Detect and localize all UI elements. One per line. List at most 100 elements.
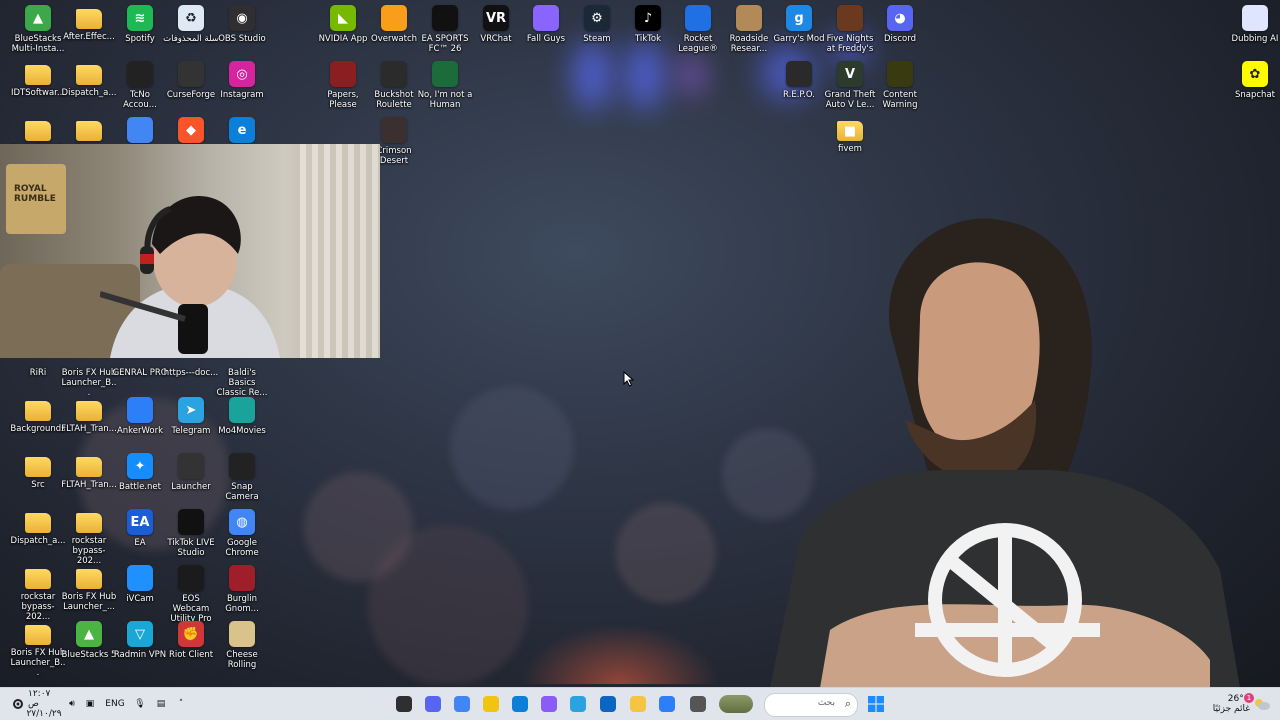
desktop-icon-folder[interactable]: rockstar bypass-202... bbox=[10, 565, 66, 622]
desktop-icon-obs[interactable]: ◉ OBS Studio bbox=[214, 5, 270, 44]
desktop-icon-eos-webcam[interactable]: EOS Webcam Utility Pro bbox=[163, 565, 219, 624]
desktop-icon-snapchat[interactable]: ✿ Snapchat bbox=[1227, 61, 1280, 100]
desktop-icon-radmin-vpn[interactable]: ▽ Radmin VPN bbox=[112, 621, 168, 660]
desktop-icon-tiktok[interactable]: ♪ TikTok bbox=[620, 5, 676, 44]
desktop-icon-ankerwork[interactable]: AnkerWork bbox=[112, 397, 168, 436]
desktop-icon-rocket-league[interactable]: Rocket League® bbox=[670, 5, 726, 54]
discord-taskbar-button[interactable] bbox=[421, 692, 445, 716]
desktop-icon-mo4movies[interactable]: Mo4Movies bbox=[214, 397, 270, 436]
desktop-icon-dubbing-ai[interactable]: Dubbing AI bbox=[1227, 5, 1280, 44]
desktop-icon-discord[interactable]: ◕ Discord bbox=[872, 5, 928, 44]
clock-date: ٢٧/١٠/٢٩ bbox=[26, 709, 62, 719]
desktop-icon-steam[interactable]: ⚙ Steam bbox=[569, 5, 625, 44]
notification-badge: 1 bbox=[1244, 693, 1254, 703]
desktop-icon-label: CurseForge bbox=[166, 90, 216, 100]
telegram-taskbar-button[interactable] bbox=[566, 692, 590, 716]
weather-cloud-icon[interactable]: 1 bbox=[1244, 692, 1274, 716]
desktop-icon-label: OBS Studio bbox=[218, 34, 266, 44]
desktop-icon-telegram[interactable]: ➤ Telegram bbox=[163, 397, 219, 436]
copilot-taskbar-button[interactable] bbox=[537, 692, 561, 716]
desktop-icon-garrys-mod[interactable]: g Garry's Mod bbox=[771, 5, 827, 44]
desktop-icon-folder[interactable]: IDTSoftwar... bbox=[10, 61, 66, 98]
desktop-icon-tcno[interactable]: TcNo Accou... bbox=[112, 61, 168, 110]
desktop-icon-roadside[interactable]: Roadside Resear... bbox=[721, 5, 777, 54]
desktop-icon-recycle-bin[interactable]: ♻ سلة المحذوفات bbox=[163, 5, 219, 44]
desktop-icon-launcher[interactable]: Launcher bbox=[163, 453, 219, 492]
copilot-task-icon bbox=[541, 696, 557, 712]
desktop-icon-label: Boris FX Hub Launcher_B... bbox=[61, 368, 117, 398]
store-taskbar-button[interactable] bbox=[596, 692, 620, 716]
desktop-icon-bluestacks-multi[interactable]: ▲ BlueStacks Multi-Insta... bbox=[10, 5, 66, 54]
desktop-icon-vrchat[interactable]: VR VRChat bbox=[468, 5, 524, 44]
desktop-icon-folder[interactable]: FLTAH_Tran... bbox=[61, 453, 117, 490]
desktop-icon-label: TcNo Accou... bbox=[123, 90, 157, 110]
start-button[interactable] bbox=[864, 692, 888, 716]
speaker-icon[interactable]: 🔊︎ bbox=[62, 692, 82, 716]
desktop-icon-bluestacks[interactable]: ▲ BlueStacks 5 bbox=[61, 621, 117, 660]
search-box[interactable]: بحث ⌕ bbox=[719, 693, 858, 717]
sticky-notes-taskbar-button[interactable] bbox=[479, 692, 503, 716]
clock[interactable]: ١٢:٠٧ ص ٢٧/١٠/٢٩ bbox=[26, 689, 62, 719]
folder-icon bbox=[76, 513, 102, 533]
desktop-icon-folder[interactable]: Dispatch_a... bbox=[61, 61, 117, 98]
webcam-overlay: ROYAL RUMBLE bbox=[0, 144, 380, 358]
desktop-icon-folder[interactable]: Src bbox=[10, 453, 66, 490]
desktop-icon-label: Garry's Mod bbox=[773, 34, 825, 44]
file-explorer-taskbar-button[interactable] bbox=[626, 692, 650, 716]
desktop-icon-gta[interactable]: V Grand Theft Auto V Le... bbox=[822, 61, 878, 110]
battlenet-icon: ✦ bbox=[127, 453, 153, 479]
desktop-icon-snap-camera[interactable]: Snap Camera bbox=[214, 453, 270, 502]
microphone-icon[interactable]: 🎙︎ bbox=[132, 692, 148, 716]
edge-task-icon bbox=[512, 696, 528, 712]
windows-logo-icon bbox=[868, 696, 884, 712]
desktop-icon-folder[interactable]: Backgrounds bbox=[10, 397, 66, 434]
desktop-icon-folder[interactable]: After.Effec... bbox=[61, 5, 117, 42]
desktop-icon-instagram[interactable]: ◎ Instagram bbox=[214, 61, 270, 100]
chevron-up-icon[interactable]: ˄ bbox=[172, 692, 190, 716]
desktop-icon-fivem-folder[interactable]: ■ fivem bbox=[822, 117, 878, 154]
desktop-icon-ivcam[interactable]: iVCam bbox=[112, 565, 168, 604]
desktop-icon-label: Instagram bbox=[220, 90, 264, 100]
desktop-icon-curseforge[interactable]: CurseForge bbox=[163, 61, 219, 100]
desktop-icon-folder[interactable]: Dispatch_a... bbox=[10, 509, 66, 546]
launcher-icon bbox=[178, 453, 204, 479]
steam-icon: ⚙ bbox=[584, 5, 610, 31]
desktop-icon-not-human[interactable]: No, I'm not a Human bbox=[417, 61, 473, 110]
weather-widget[interactable]: 26°C غائم جزئيًا bbox=[1200, 692, 1250, 716]
language-indicator[interactable]: ENG bbox=[100, 692, 130, 716]
desktop-icon-tiktok-live[interactable]: TikTok LIVE Studio bbox=[163, 509, 219, 558]
desktop-icon-ea-fc[interactable]: EA SPORTS FC™ 26 bbox=[417, 5, 473, 54]
desktop-icon-content-warning[interactable]: Content Warning bbox=[872, 61, 928, 110]
desktop-icon-spotify[interactable]: ≋ Spotify bbox=[112, 5, 168, 44]
desktop-icon-ea[interactable]: EA EA bbox=[112, 509, 168, 548]
desktop-icon-battlenet[interactable]: ✦ Battle.net bbox=[112, 453, 168, 492]
desktop-icon-fall-guys[interactable]: Fall Guys bbox=[518, 5, 574, 44]
desktop-icon-papers-please[interactable]: Papers, Please bbox=[315, 61, 371, 110]
desktop-icon-folder[interactable]: Boris FX Hub Launcher_... bbox=[61, 565, 117, 612]
desktop-icon-riot-client[interactable]: ✊ Riot Client bbox=[163, 621, 219, 660]
desktop-icon-label: Battle.net bbox=[119, 482, 161, 492]
desktop-icon-overwatch[interactable]: Overwatch bbox=[366, 5, 422, 44]
app-tray-icon[interactable]: ▤ bbox=[152, 692, 170, 716]
desktop-icon-label: Fall Guys bbox=[526, 34, 566, 44]
edge-taskbar-button[interactable] bbox=[508, 692, 532, 716]
desktop-icon-burglin[interactable]: Burglin Gnom... bbox=[214, 565, 270, 614]
desktop-icon-cheese-rolling[interactable]: Cheese Rolling bbox=[214, 621, 270, 670]
desktop-icon-label: Overwatch bbox=[371, 34, 417, 44]
desktop-icon-repo[interactable]: R.E.P.O. bbox=[771, 61, 827, 100]
app-taskbar-button[interactable] bbox=[655, 692, 679, 716]
taskview-taskbar-button[interactable] bbox=[686, 692, 710, 716]
desktop-icon-label: BlueStacks Multi-Insta... bbox=[11, 34, 65, 54]
chrome-taskbar-button[interactable] bbox=[450, 692, 474, 716]
network-icon[interactable]: ▣ bbox=[82, 692, 98, 716]
desktop-icon-label: rockstar bypass-202... bbox=[20, 592, 56, 622]
desktop-icon-folder[interactable]: FLTAH_Tran... bbox=[61, 397, 117, 434]
desktop-icon-folder[interactable]: rockstar bypass-202... bbox=[61, 509, 117, 566]
obs-taskbar-button[interactable] bbox=[392, 692, 416, 716]
desktop-icon-buckshot[interactable]: Buckshot Roulette bbox=[366, 61, 422, 110]
dubbing-ai-icon bbox=[1242, 5, 1268, 31]
desktop-icon-fnaf[interactable]: Five Nights at Freddy's bbox=[822, 5, 878, 54]
desktop-icon-folder[interactable]: Boris FX Hub Launcher_B... bbox=[10, 621, 66, 678]
desktop-icon-chrome[interactable]: ◍ Google Chrome bbox=[214, 509, 270, 558]
desktop-icon-nvidia[interactable]: ◣ NVIDIA App bbox=[315, 5, 371, 44]
